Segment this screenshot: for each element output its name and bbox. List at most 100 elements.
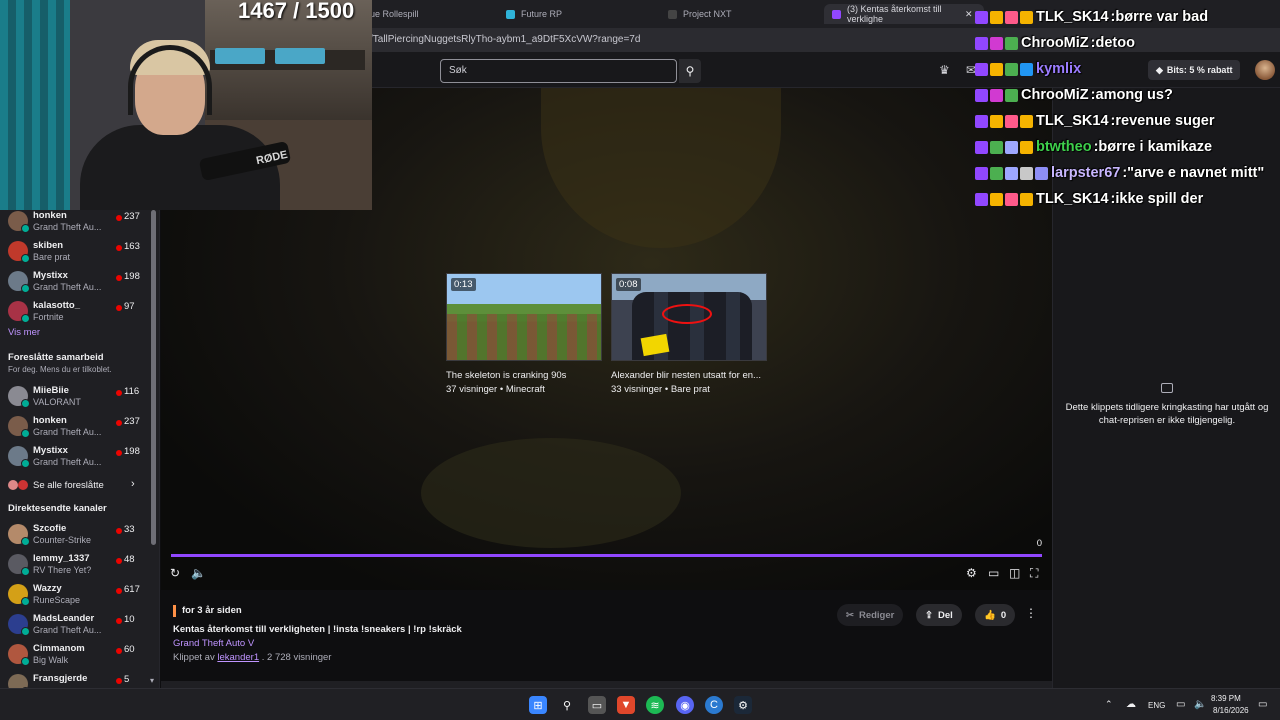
viewer-count: 237 xyxy=(124,416,140,427)
progress-bar[interactable] xyxy=(171,554,1042,557)
browser-tab[interactable]: Project NXT xyxy=(660,4,740,24)
cast-icon[interactable]: ▭ xyxy=(988,566,999,580)
viewer-count: 116 xyxy=(124,386,140,397)
chat-username: larpster67 xyxy=(1051,165,1121,181)
volume-icon[interactable]: 🔈 xyxy=(191,566,206,580)
sidebar-channel[interactable]: honken Grand Theft Au... 237 xyxy=(0,411,150,441)
avatar xyxy=(8,480,18,490)
channel-game: Grand Theft Au... xyxy=(33,625,102,635)
search-input[interactable]: Søk xyxy=(440,59,677,83)
avatar xyxy=(8,524,30,546)
cloud-icon[interactable]: ☁ xyxy=(1126,699,1136,710)
sidebar-channel[interactable]: Cimmanom Big Walk 60 xyxy=(0,639,150,669)
fullscreen-icon[interactable]: ⛶ xyxy=(1030,566,1038,581)
share-button[interactable]: ⇪ Del xyxy=(916,604,962,626)
search-button[interactable]: ⚲ xyxy=(679,59,701,83)
network-icon[interactable]: ▭ xyxy=(1176,699,1185,710)
sidebar-channel[interactable]: honken Grand Theft Au... 237 xyxy=(0,206,150,236)
file-explorer-icon[interactable]: ▭ xyxy=(588,696,606,714)
speaker-icon[interactable]: 🔈 xyxy=(1194,699,1206,710)
language-indicator[interactable]: ENG xyxy=(1148,701,1165,710)
chat-badge-icon xyxy=(1005,62,1018,76)
sidebar-channel[interactable]: Mystixx Grand Theft Au... 198 xyxy=(0,441,150,471)
theater-mode-icon[interactable]: ◫ xyxy=(1009,566,1020,580)
sidebar-channel[interactable]: MiieBiie VALORANT 116 xyxy=(0,381,150,411)
chat-message: btwtheo: børre i kamikaze xyxy=(975,136,1212,158)
chat-badge-icon xyxy=(990,36,1003,50)
chat-message: TLK_SK14: ikke spill der xyxy=(975,188,1203,210)
channel-game: Counter-Strike xyxy=(33,535,92,545)
clip-duration: 0:13 xyxy=(451,278,476,291)
chat-unavailable-message: Dette klippets tidligere kringkasting ha… xyxy=(1065,402,1269,426)
game-link[interactable]: Grand Theft Auto V xyxy=(173,638,254,649)
recommended-clip[interactable]: 0:13 The skeleton is cranking 90s 37 vis… xyxy=(446,273,602,395)
avatar xyxy=(8,211,30,233)
tab-label: Project NXT xyxy=(683,9,732,19)
scroll-down-icon[interactable]: ▾ xyxy=(150,676,154,685)
sidebar-channel[interactable]: Fransgjerde 5 xyxy=(0,669,150,688)
chat-message: ChrooMiZ: among us? xyxy=(975,84,1173,106)
webcam-video xyxy=(275,48,325,64)
sidebar-channel[interactable]: lemmy_1337 RV There Yet? 48 xyxy=(0,549,150,579)
clock-time[interactable]: 8:39 PM xyxy=(1211,694,1241,703)
more-options-icon[interactable]: ⋮ xyxy=(1025,606,1037,620)
viewer-count: 60 xyxy=(124,644,135,655)
see-all-suggested-link[interactable]: Se alle foreslåtte › xyxy=(8,478,148,494)
twitch-icon xyxy=(832,9,841,19)
channel-name: MiieBiie xyxy=(33,385,69,396)
close-tab-icon[interactable]: ✕ xyxy=(965,9,973,20)
chat-badge-icon xyxy=(1005,36,1018,50)
avatar xyxy=(8,584,30,606)
live-dot xyxy=(116,420,122,426)
replay-icon[interactable]: ↻ xyxy=(170,566,180,580)
clip-meta: 33 visninger • Bare prat xyxy=(611,384,710,395)
sidebar-channel[interactable]: MadsLeander Grand Theft Au... 10 xyxy=(0,609,150,639)
clipper-link[interactable]: lekander1 xyxy=(217,652,259,663)
avatar xyxy=(8,416,30,438)
channel-name: honken xyxy=(33,210,67,221)
chat-badge-icon xyxy=(990,88,1003,102)
sidebar-channel[interactable]: Szcofie Counter-Strike 33 xyxy=(0,519,150,549)
browser-tab-active[interactable]: (3) Kentas återkomst till verklighe ✕ xyxy=(824,4,984,24)
chat-badge-icon xyxy=(990,62,1003,76)
spotify-icon[interactable]: ≋ xyxy=(646,696,664,714)
ccleaner-icon[interactable]: C xyxy=(705,696,723,714)
notification-icon[interactable]: ▭ xyxy=(1258,699,1267,710)
browser-tab[interactable]: Future RP xyxy=(498,4,570,24)
live-dot xyxy=(116,245,122,251)
chevron-up-icon[interactable]: ⌃ xyxy=(1105,699,1113,710)
sidebar-channel[interactable]: skiben Bare prat 163 xyxy=(0,236,150,266)
channel-game: Grand Theft Au... xyxy=(33,457,102,467)
chat-badge-icon xyxy=(975,10,988,24)
crown-icon[interactable]: ♛ xyxy=(939,63,950,77)
live-dot xyxy=(116,215,122,221)
suggested-subheading: For deg. Mens du er tilkoblet. xyxy=(8,365,112,374)
sidebar-channel[interactable]: kalasotto_ Fortnite 97 xyxy=(0,296,150,326)
chat-text: børre var bad xyxy=(1115,9,1209,25)
edit-button[interactable]: ✂ Rediger xyxy=(837,604,904,626)
channel-name: Szcofie xyxy=(33,523,67,534)
webcam-overlay: RØDE 1467 / 1500 xyxy=(0,0,372,210)
sidebar-channel[interactable]: Mystixx Grand Theft Au... 198 xyxy=(0,266,150,296)
channel-name: lemmy_1337 xyxy=(33,553,90,564)
chat-badge-icon xyxy=(975,140,988,154)
chat-badge-icon xyxy=(975,114,988,128)
discord-icon[interactable]: ◉ xyxy=(676,696,694,714)
search-icon[interactable]: ⚲ xyxy=(558,696,576,714)
like-button[interactable]: 👍 0 xyxy=(975,604,1016,626)
settings-gear-icon[interactable]: ⚙ xyxy=(966,566,977,580)
bits-button[interactable]: ◆ Bits: 5 % rabatt xyxy=(1148,60,1241,80)
windows-start-icon[interactable]: ⊞ xyxy=(529,696,547,714)
sidebar-channel[interactable]: Wazzy RuneScape 617 xyxy=(0,579,150,609)
brave-browser-icon[interactable]: ▼ xyxy=(617,696,635,714)
clock-date[interactable]: 8/16/2026 xyxy=(1213,706,1249,715)
see-more-link[interactable]: Vis mer xyxy=(8,327,40,338)
see-all-label: Se alle foreslåtte xyxy=(33,480,104,491)
live-dot xyxy=(116,618,122,624)
bits-label: Bits: 5 % rabatt xyxy=(1166,65,1233,75)
user-avatar[interactable] xyxy=(1255,60,1275,80)
live-dot xyxy=(116,450,122,456)
sidebar-scrollbar[interactable] xyxy=(151,210,156,545)
steam-icon[interactable]: ⚙ xyxy=(734,696,752,714)
recommended-clip[interactable]: 0:08 Alexander blir nesten utsatt for en… xyxy=(611,273,767,395)
